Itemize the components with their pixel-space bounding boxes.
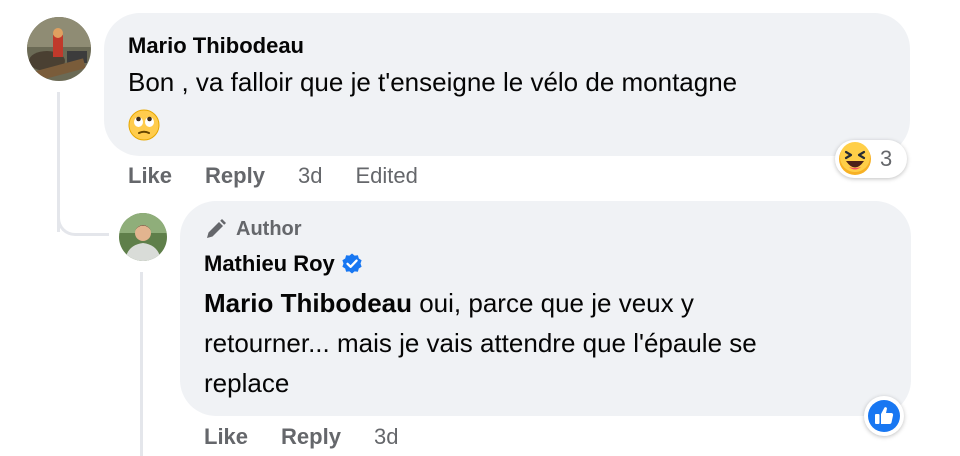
comment-text: Bon , va falloir que je t'enseigne le vé…	[128, 67, 738, 97]
edited-label[interactable]: Edited	[355, 163, 417, 189]
like-thumb-icon	[867, 399, 901, 433]
comment-reaction-pill[interactable]: 3	[835, 140, 907, 178]
author-badge: Author	[204, 217, 302, 241]
avatar-mario[interactable]	[27, 17, 91, 81]
comment-actions: Like Reply 3d Edited	[128, 162, 418, 190]
reply-reaction[interactable]	[864, 396, 904, 436]
reply-text-line-1: Mario Thibodeau oui, parce que je veux y	[204, 288, 694, 318]
eye-roll-emoji	[128, 109, 160, 141]
like-button[interactable]: Like	[128, 163, 172, 189]
comment-timestamp[interactable]: 3d	[298, 163, 322, 189]
mention-link[interactable]: Mario Thibodeau	[204, 288, 412, 318]
comment-author-name[interactable]: Mario Thibodeau	[128, 33, 304, 59]
reply-actions: Like Reply 3d	[204, 423, 398, 451]
comment-bubble: Mario Thibodeau Bon , va falloir que je …	[104, 13, 910, 156]
avatar-mathieu[interactable]	[119, 213, 167, 261]
reply-text-line-2: retourner... mais je vais attendre que l…	[204, 328, 757, 358]
reaction-count: 3	[880, 146, 893, 171]
reply-like-button[interactable]: Like	[204, 424, 248, 450]
thread-line-reply	[140, 272, 143, 456]
laughing-emoji-icon	[838, 142, 872, 176]
reply-bubble: Author Mathieu Roy Mario Thibodeau oui, …	[180, 201, 911, 416]
reply-text-line-3: replace	[204, 368, 290, 398]
reply-author-row: Mathieu Roy	[204, 251, 363, 277]
pencil-icon	[204, 217, 228, 241]
author-badge-label: Author	[236, 217, 302, 240]
verified-badge-icon	[341, 253, 363, 275]
thread-line-curve	[57, 200, 109, 236]
reply-reply-button[interactable]: Reply	[281, 424, 341, 450]
reply-text: Mario Thibodeau oui, parce que je veux y…	[204, 283, 894, 403]
reply-button[interactable]: Reply	[205, 163, 265, 189]
reply-author-name[interactable]: Mathieu Roy	[204, 251, 335, 277]
reply-timestamp[interactable]: 3d	[374, 424, 398, 450]
